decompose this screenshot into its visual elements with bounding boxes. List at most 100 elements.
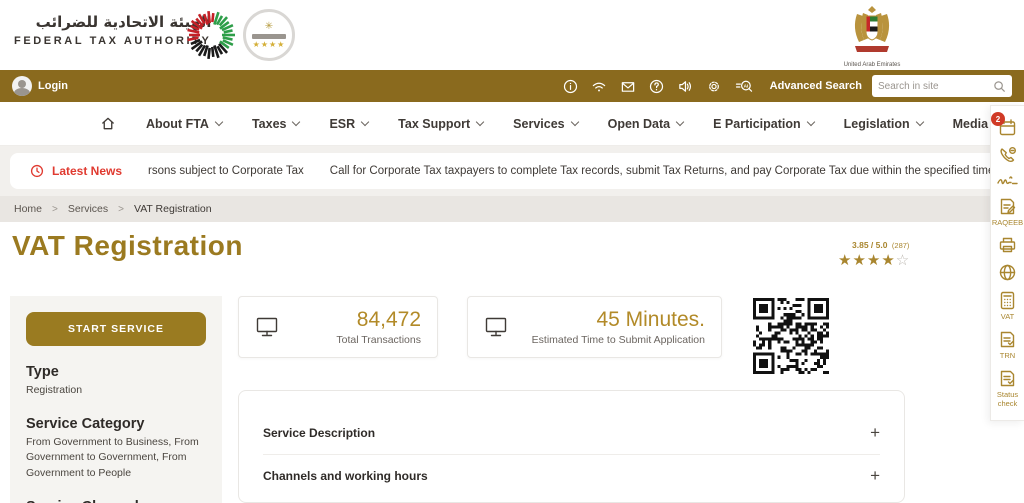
vat-label: VAT (1001, 312, 1014, 321)
nav-e-participation[interactable]: E Participation (713, 117, 814, 131)
badge-text-strip (252, 34, 286, 39)
qr-code (747, 292, 835, 380)
wifi-icon[interactable] (591, 79, 607, 94)
breadcrumb-services[interactable]: Services (68, 203, 108, 215)
chevron-down-icon (570, 118, 578, 126)
monitor-icon (255, 316, 279, 338)
trn-check-quick-item[interactable]: TRN (998, 330, 1017, 360)
type-value: Registration (26, 383, 206, 398)
estimated-time-value: 45 Minutes. (532, 308, 705, 332)
rating-count: (287) (892, 241, 910, 250)
service-category-value: From Government to Business, From Govern… (26, 435, 206, 481)
raqeeb-quick-item[interactable]: RAQEEB (992, 197, 1023, 227)
status-check-quick-item[interactable]: Status check (991, 369, 1024, 408)
news-ticker-card: Latest News rsons subject to Corporate T… (10, 153, 1014, 189)
svg-text:AI: AI (743, 83, 748, 88)
search-icon[interactable] (993, 80, 1006, 93)
trn-label: TRN (1000, 351, 1015, 360)
info-icon[interactable] (563, 79, 578, 94)
settings-gear-icon[interactable] (706, 79, 722, 94)
accordion-service-description[interactable]: Service Description + (263, 411, 880, 454)
brand-english-text: FEDERAL TAX AUTHORITY (14, 35, 211, 47)
breadcrumb-separator: > (52, 204, 58, 215)
site-search-box (872, 75, 1012, 97)
login-label: Login (38, 80, 68, 92)
badge-emblem-icon: ✳ (265, 22, 273, 32)
phone-icon (998, 146, 1017, 165)
quick-access-sidebar: 2 RAQEEB (990, 105, 1024, 421)
chevron-down-icon (476, 118, 484, 126)
uae-falcon-icon (849, 4, 895, 56)
utility-bar: Login AI (0, 70, 1024, 102)
globe-icon (998, 263, 1017, 282)
page-title: VAT Registration (12, 230, 243, 262)
expand-plus-icon[interactable]: + (870, 423, 880, 443)
global-star-rating-badge-icon: ✳ ★★★★ (243, 9, 295, 61)
chevron-down-icon (215, 118, 223, 126)
user-avatar-icon (12, 76, 32, 96)
document-check-icon (998, 330, 1017, 349)
chevron-down-icon (676, 118, 684, 126)
total-transactions-label: Total Transactions (336, 334, 421, 346)
nav-services[interactable]: Services (513, 117, 577, 131)
nav-esr[interactable]: ESR (329, 117, 368, 131)
vat-registration-page: الهيئة الاتحادية للضرائب FEDERAL TAX AUT… (0, 0, 1024, 503)
nav-about-fta[interactable]: About FTA (146, 117, 222, 131)
login-button[interactable]: Login (12, 76, 68, 96)
ai-search-icon[interactable]: AI (735, 79, 754, 94)
service-details-accordion: Service Description + Channels and worki… (238, 390, 905, 503)
nav-open-data[interactable]: Open Data (608, 117, 684, 131)
status-check-label: Status check (991, 390, 1024, 408)
chevron-down-icon (292, 118, 300, 126)
type-heading: Type (26, 364, 206, 380)
nav-home[interactable] (100, 116, 116, 131)
signature-quick-item[interactable] (997, 174, 1018, 188)
print-quick-item[interactable] (998, 236, 1017, 254)
expand-plus-icon[interactable]: + (870, 466, 880, 486)
chevron-down-icon (361, 118, 369, 126)
accessibility-audio-icon[interactable] (677, 79, 693, 94)
main-nav: About FTA Taxes ESR Tax Support Services… (0, 102, 1024, 146)
accordion-channels-working-hours[interactable]: Channels and working hours + (263, 454, 880, 497)
breadcrumb-home[interactable]: Home (14, 203, 42, 215)
nav-taxes[interactable]: Taxes (252, 117, 300, 131)
start-service-button[interactable]: START SERVICE (26, 312, 206, 346)
notification-badge: 2 (991, 112, 1005, 126)
estimated-time-label: Estimated Time to Submit Application (532, 334, 705, 346)
help-icon[interactable] (649, 79, 664, 94)
total-transactions-value: 84,472 (336, 308, 421, 332)
news-ticker-section: Latest News rsons subject to Corporate T… (0, 146, 1024, 196)
rating-stars[interactable]: ★★★★☆ (838, 253, 938, 269)
web-quick-item[interactable] (998, 263, 1017, 282)
printer-icon (998, 236, 1017, 254)
utility-icons: AI (563, 79, 754, 94)
mail-icon[interactable] (620, 79, 636, 94)
fta-brand[interactable]: الهيئة الاتحادية للضرائب FEDERAL TAX AUT… (14, 13, 211, 47)
signature-icon (997, 174, 1018, 188)
news-alert-icon (30, 164, 44, 178)
monitor-icon (484, 316, 508, 338)
news-item[interactable]: rsons subject to Corporate Tax (148, 165, 304, 177)
call-quick-item[interactable] (998, 146, 1017, 165)
calendar-quick-item[interactable]: 2 (998, 118, 1017, 137)
chevron-down-icon (915, 118, 923, 126)
uae-emblem-caption: United Arab Emirates (842, 62, 902, 68)
total-transactions-card: 84,472 Total Transactions (238, 296, 438, 358)
news-item[interactable]: Call for Corporate Tax taxpayers to comp… (330, 165, 1014, 177)
breadcrumb-separator: > (118, 204, 124, 215)
nav-legislation[interactable]: Legislation (844, 117, 923, 131)
badge-stars-icon: ★★★★ (253, 41, 286, 49)
service-category-heading: Service Category (26, 416, 206, 432)
estimated-time-card: 45 Minutes. Estimated Time to Submit App… (467, 296, 722, 358)
fta-circle-logo-icon (183, 5, 239, 65)
advanced-search-link[interactable]: Advanced Search (770, 80, 862, 92)
raqeeb-label: RAQEEB (992, 218, 1023, 227)
breadcrumb-current: VAT Registration (134, 203, 212, 215)
latest-news-label: Latest News (30, 164, 122, 178)
search-input[interactable] (878, 81, 993, 92)
nav-tax-support[interactable]: Tax Support (398, 117, 483, 131)
service-channels-heading: Service Channels (26, 499, 206, 503)
brand-arabic-text: الهيئة الاتحادية للضرائب (14, 13, 211, 31)
service-rating: 3.85 / 5.0 (287) ★★★★☆ (838, 235, 938, 269)
vat-calculator-quick-item[interactable]: VAT (999, 291, 1016, 321)
